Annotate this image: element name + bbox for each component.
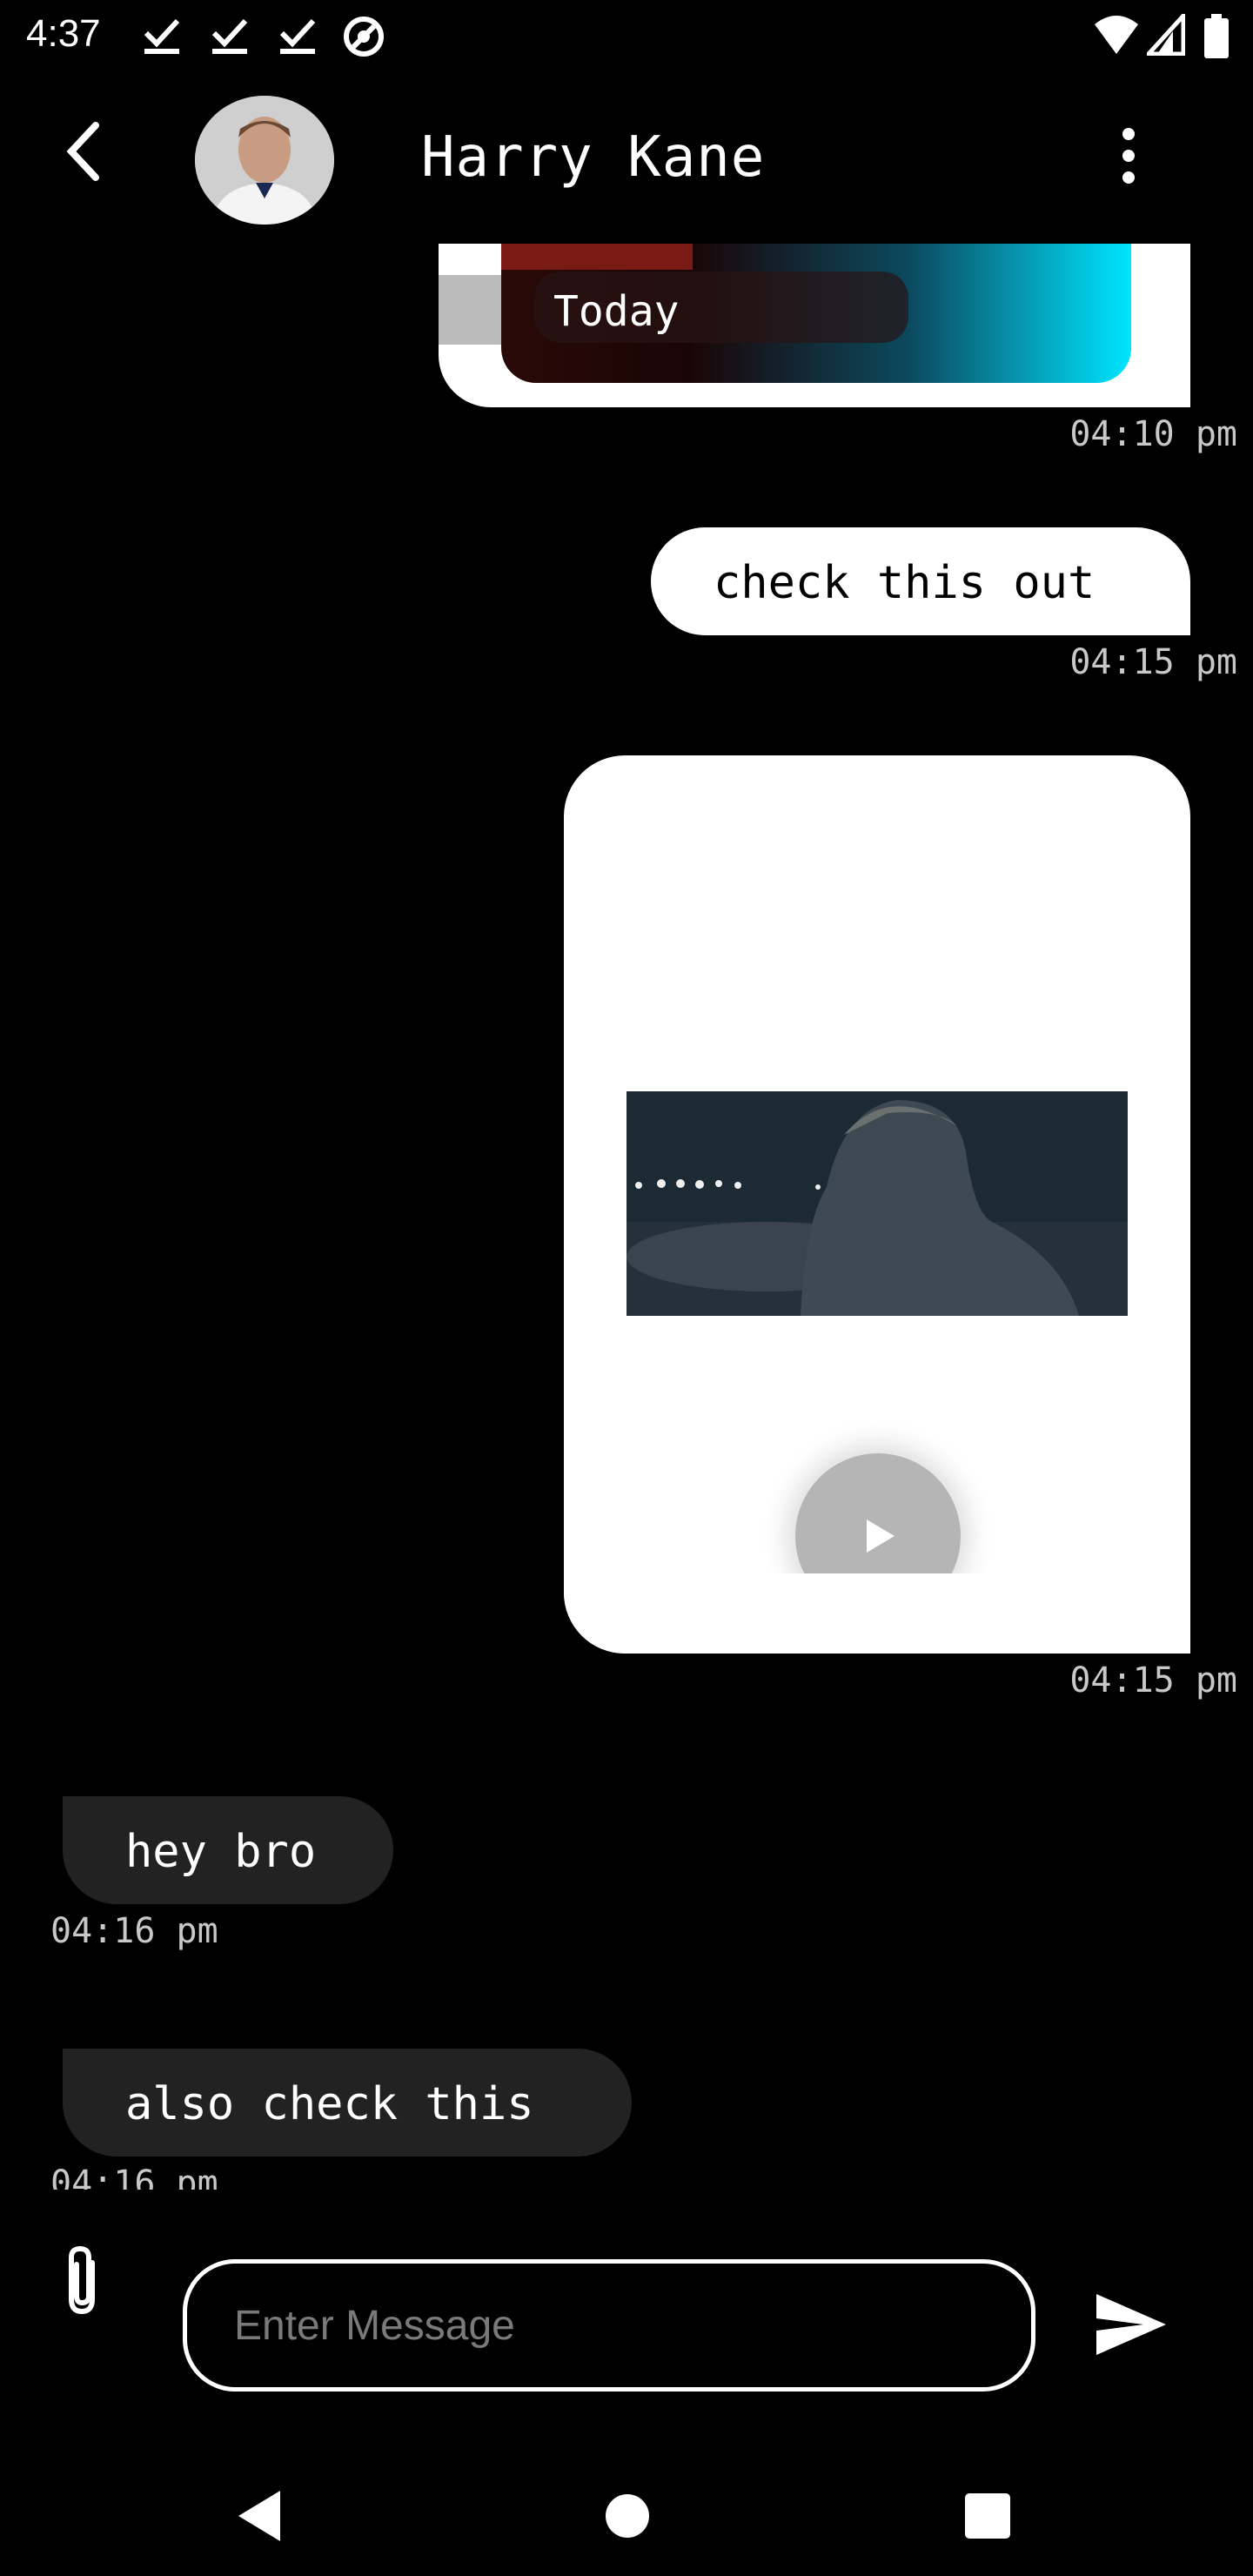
attach-icon[interactable] — [59, 2242, 111, 2320]
more-vert-icon[interactable] — [1107, 125, 1150, 186]
message-time: 04:15 pm — [1069, 642, 1237, 682]
avatar[interactable] — [195, 96, 334, 225]
avatar-photo — [195, 96, 334, 225]
download-done-icon — [144, 18, 180, 54]
sent-video-message[interactable] — [564, 755, 1190, 1654]
send-icon[interactable] — [1093, 2285, 1171, 2364]
media-preview-accent — [501, 244, 693, 270]
nav-back-icon[interactable] — [231, 2485, 292, 2546]
status-time: 4:37 — [26, 12, 101, 55]
message-time: 04:16 pm — [50, 1911, 218, 1951]
download-done-icon — [279, 18, 316, 54]
received-message-bubble[interactable]: also check this — [63, 2049, 632, 2157]
sent-media-message[interactable]: Today — [439, 244, 1190, 407]
signal-icon — [1147, 14, 1185, 56]
wifi-icon — [1095, 16, 1138, 54]
message-list[interactable]: Today 04:10 pm check this out 04:15 pm 0… — [0, 244, 1253, 2190]
nav-home-icon[interactable] — [597, 2485, 658, 2546]
received-message-bubble[interactable]: hey bro — [63, 1796, 393, 1904]
message-text: check this out — [714, 557, 1096, 609]
video-card-footer — [564, 1573, 1190, 1654]
download-done-icon — [211, 18, 248, 54]
message-time: 04:16 pm — [50, 2163, 218, 2190]
media-label: Today — [553, 287, 680, 336]
video-thumbnail[interactable] — [626, 1091, 1128, 1316]
data-saver-icon — [344, 17, 384, 57]
video-thumbnail-image — [626, 1091, 1128, 1316]
message-text: hey bro — [125, 1826, 317, 1878]
media-edge — [439, 275, 501, 345]
sent-message-bubble[interactable]: check this out — [651, 527, 1190, 635]
message-time: 04:15 pm — [1069, 1660, 1237, 1701]
contact-name: Harry Kane — [421, 125, 766, 190]
message-time: 04:10 pm — [1069, 414, 1237, 454]
message-input[interactable] — [183, 2259, 1035, 2392]
system-nav-bar — [0, 2451, 1253, 2576]
status-bar: 4:37 — [0, 0, 1253, 73]
chat-header: Harry Kane — [0, 73, 1253, 244]
composer — [0, 2190, 1253, 2392]
battery-icon — [1204, 14, 1229, 58]
nav-recents-icon[interactable] — [957, 2485, 1018, 2546]
message-text: also check this — [125, 2078, 534, 2130]
back-arrow-icon[interactable] — [52, 117, 122, 186]
